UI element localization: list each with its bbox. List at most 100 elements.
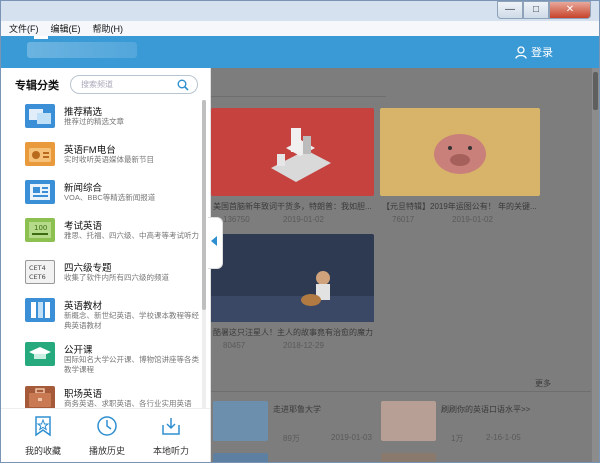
category-desc: 推荐过的精选文章 — [64, 117, 124, 126]
panel-bottom-bar: 我的收藏 播放历史 本地听力 — [1, 408, 210, 462]
category-name: 推荐精选 — [64, 107, 103, 118]
chevron-left-icon — [211, 236, 217, 246]
category-name: 英语FM电台 — [64, 145, 116, 156]
list-thumb-1[interactable] — [213, 401, 268, 441]
menu-help[interactable]: 帮助(H) — [93, 22, 124, 35]
card-date-2: 2019-01-02 — [452, 215, 493, 224]
card-title-3[interactable]: 酷暑这只汪星人！主人的故事竟有治愈的魔力 — [213, 327, 373, 338]
featured-icon — [25, 104, 55, 128]
category-desc: 商务英语、求职英语、各行业实用英语 — [64, 399, 192, 408]
radio-icon — [25, 142, 55, 166]
card-plays-1: 136750 — [223, 215, 250, 224]
lecture-icon — [25, 342, 55, 366]
cet-icon: CET4 CET6 — [25, 260, 55, 284]
list-date-2: 2-16-1-05 — [486, 433, 521, 442]
favorites-label: 我的收藏 — [24, 446, 61, 456]
exam-icon: 100 — [25, 218, 55, 242]
channel-search — [70, 75, 198, 94]
panel-scrollbar[interactable] — [202, 100, 206, 408]
title-bar: — □ ✕ — [1, 1, 599, 21]
svg-text:100: 100 — [34, 224, 47, 232]
search-input[interactable] — [71, 76, 171, 93]
category-item-open-course[interactable]: 公开课 国际知名大学公开课、博物馆讲座等各类教学课程 — [1, 338, 204, 384]
category-name: 新闻综合 — [64, 183, 103, 194]
pig-illustration — [434, 134, 486, 174]
card-date-1: 2019-01-02 — [283, 215, 324, 224]
category-item-exam[interactable]: 100 考试英语 雅思、托福、四六级、中高考等考试听力 — [1, 214, 204, 260]
panel-title: 专辑分类 — [15, 80, 59, 92]
category-name: 公开课 — [64, 345, 93, 356]
card-title-1[interactable]: 美国首脑新年致词干货多，特朗普：我如胆... — [213, 201, 373, 212]
category-desc: 国际知名大学公开课、博物馆讲座等各类教学课程 — [64, 355, 199, 374]
category-item-cet[interactable]: CET4 CET6 四六级专题 收集了软件内所有四六级的频道 — [1, 256, 204, 298]
card-title-2[interactable]: 【元旦特辑】2019年运图公有！ 年的关键... — [382, 201, 540, 212]
login-button[interactable]: 登录 — [515, 44, 553, 60]
category-panel: 专辑分类 推荐精选 推荐过的精选文章 英语FM电台 实时收听英语媒 — [1, 68, 211, 462]
search-icon[interactable] — [177, 79, 189, 91]
history-button[interactable]: 播放历史 — [77, 415, 137, 457]
user-icon — [515, 45, 527, 59]
category-list: 推荐精选 推荐过的精选文章 英语FM电台 实时收听英语媒体最新节目 新闻综合 V… — [1, 100, 204, 408]
list-thumb-3[interactable] — [213, 453, 268, 462]
section-divider — [211, 96, 386, 97]
list-title-1[interactable]: 走进耶鲁大学 — [273, 404, 373, 415]
main-scrollbar-thumb[interactable] — [593, 72, 598, 110]
menu-bar: 文件(F) 编辑(E) 帮助(H) — [1, 21, 599, 36]
briefcase-icon — [25, 386, 55, 408]
favorites-icon — [35, 416, 51, 437]
category-item-textbooks[interactable]: 英语教材 新概念、新世纪英语、学校课本教程等经典英语教材 — [1, 294, 204, 340]
svg-text:CET6: CET6 — [29, 273, 46, 281]
list-thumb-4[interactable] — [381, 453, 436, 462]
menu-file[interactable]: 文件(F) — [9, 22, 39, 35]
list-plays-2: 1万 — [451, 434, 464, 443]
app-header: 登录 — [1, 36, 599, 68]
maximize-button[interactable]: □ — [523, 1, 549, 19]
category-desc: 实时收听英语媒体最新节目 — [64, 155, 154, 164]
list-thumb-2[interactable] — [381, 401, 436, 441]
close-button[interactable]: ✕ — [549, 1, 591, 19]
city-illustration — [271, 128, 331, 182]
category-item-news[interactable]: 新闻综合 VOA、BBC等精选新闻报道 — [1, 176, 204, 218]
local-listening-button[interactable]: 本地听力 — [141, 415, 201, 457]
textbook-icon — [25, 298, 55, 322]
list-title-2[interactable]: 刷刷你的英语口语水平>> — [441, 404, 561, 415]
card-date-3: 2018-12-29 — [283, 341, 324, 350]
category-desc: VOA、BBC等精选新闻报道 — [64, 193, 156, 202]
list-plays-1: 89万 — [283, 434, 300, 443]
category-item-workplace[interactable]: 职场英语 商务英语、求职英语、各行业实用英语 — [1, 382, 204, 408]
list-divider — [211, 391, 591, 392]
app-logo — [27, 42, 137, 58]
card-plays-3: 80457 — [223, 341, 246, 350]
collapse-panel-tab[interactable] — [208, 217, 223, 269]
card-image-2[interactable] — [380, 108, 540, 196]
menu-edit[interactable]: 编辑(E) — [51, 22, 81, 35]
category-desc: 新概念、新世纪英语、学校课本教程等经典英语教材 — [64, 311, 199, 330]
category-name: 考试英语 — [64, 221, 103, 232]
minimize-button[interactable]: — — [497, 1, 523, 19]
category-desc: 雅思、托福、四六级、中高考等考试听力 — [64, 231, 199, 240]
download-icon — [162, 418, 180, 435]
favorites-button[interactable]: 我的收藏 — [13, 415, 73, 457]
category-name: 英语教材 — [64, 301, 103, 312]
header-accent-line — [34, 36, 48, 39]
category-name: 四六级专题 — [64, 263, 112, 274]
main-scrollbar[interactable] — [592, 68, 599, 462]
card-image-3[interactable] — [211, 234, 374, 322]
svg-text:CET4: CET4 — [29, 264, 46, 272]
login-label: 登录 — [531, 47, 553, 59]
list-date-1: 2019-01-03 — [331, 433, 372, 442]
app-window: — □ ✕ 文件(F) 编辑(E) 帮助(H) 登录 美国首脑新年致词干货多，特… — [0, 0, 600, 463]
panel-scrollbar-thumb[interactable] — [202, 100, 206, 310]
history-icon — [97, 416, 117, 436]
local-listening-label: 本地听力 — [152, 446, 189, 456]
more-link[interactable]: 更多 — [535, 378, 551, 389]
history-label: 播放历史 — [88, 446, 125, 456]
category-item-fm-radio[interactable]: 英语FM电台 实时收听英语媒体最新节目 — [1, 138, 204, 180]
category-desc: 收集了软件内所有四六级的频道 — [64, 273, 169, 282]
category-item-featured[interactable]: 推荐精选 推荐过的精选文章 — [1, 100, 204, 142]
card-image-1[interactable] — [211, 108, 374, 196]
guitar-illustration — [211, 271, 374, 322]
news-icon — [25, 180, 55, 204]
category-name: 职场英语 — [64, 389, 103, 400]
window-controls: — □ ✕ — [497, 1, 591, 19]
